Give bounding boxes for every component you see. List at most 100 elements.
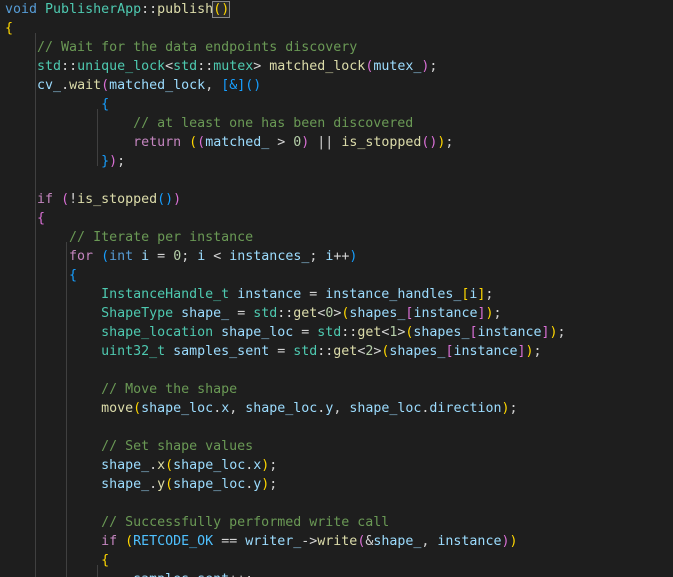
code-token: mutex	[213, 59, 254, 74]
code-line[interactable]: shape_.y(shape_loc.y);	[5, 475, 277, 494]
code-line[interactable]: {	[5, 209, 45, 228]
code-token: ;	[445, 135, 454, 150]
code-token: publish	[157, 2, 214, 17]
code-token: get	[357, 325, 382, 340]
code-line[interactable]: {	[5, 19, 13, 38]
code-token: // Iterate per instance	[69, 230, 254, 245]
code-token: {	[101, 553, 110, 568]
code-token: >	[269, 135, 294, 150]
code-token: )	[549, 325, 558, 340]
code-line[interactable]: {	[5, 266, 77, 285]
code-line[interactable]: });	[5, 152, 125, 171]
code-line[interactable]: for (int i = 0; i < instances_; i++)	[5, 247, 357, 266]
code-token: )	[109, 154, 118, 169]
code-token: ;	[181, 249, 198, 264]
code-token: (	[189, 135, 198, 150]
code-line[interactable]: {	[5, 95, 109, 114]
code-token: // Wait for the data endpoints discovery	[37, 40, 358, 55]
code-token: void	[5, 2, 38, 17]
code-token: y	[157, 477, 166, 492]
code-token: (	[165, 477, 174, 492]
code-token: i	[141, 249, 150, 264]
code-line[interactable]: move(shape_loc.x, shape_loc.y, shape_loc…	[5, 399, 517, 418]
code-line[interactable]: void PublisherApp::publish()	[5, 0, 231, 19]
code-token: shape_location	[101, 325, 214, 340]
code-token: ,	[421, 534, 438, 549]
code-token: )	[349, 249, 358, 264]
code-line[interactable]: shape_location shape_loc = std::get<1>(s…	[5, 323, 566, 342]
code-line[interactable]: // Set shape values	[5, 437, 253, 456]
code-line[interactable]: {	[5, 551, 109, 570]
code-token: .	[213, 401, 222, 416]
code-token: move	[101, 401, 134, 416]
code-token: (	[101, 249, 110, 264]
code-line[interactable]: std::unique_lock<std::mutex> matched_loc…	[5, 57, 437, 76]
code-token: instance_handles_	[325, 287, 462, 302]
code-token: instances_	[229, 249, 310, 264]
code-token: )	[173, 192, 182, 207]
code-token: <	[205, 249, 230, 264]
code-line[interactable]: // Successfully performed write call	[5, 513, 389, 532]
code-token: int	[109, 249, 134, 264]
code-token: ]	[477, 306, 486, 321]
code-token: ]	[541, 325, 550, 340]
code-token: is_stopped	[341, 135, 422, 150]
code-token: (	[133, 401, 142, 416]
code-token: ,	[229, 401, 246, 416]
code-token: writer_	[245, 534, 302, 549]
code-token: .	[149, 458, 158, 473]
code-line[interactable]: samples_sent++;	[5, 570, 253, 577]
code-editor[interactable]: void PublisherApp::publish(){ // Wait fo…	[0, 0, 673, 577]
code-token: shapes_	[413, 325, 470, 340]
code-token: uint32_t	[101, 344, 166, 359]
code-token: get	[293, 306, 318, 321]
code-token: shape_	[181, 306, 230, 321]
code-token: shapes_	[389, 344, 446, 359]
code-line[interactable]: // Iterate per instance	[5, 228, 253, 247]
code-token: shape_	[101, 477, 150, 492]
code-line[interactable]: ShapeType shape_ = std::get<0>(shapes_[i…	[5, 304, 501, 323]
code-line[interactable]: if (RETCODE_OK == writer_->write(&shape_…	[5, 532, 517, 551]
code-line[interactable]: cv_.wait(matched_lock, [&]()	[5, 76, 261, 95]
code-line[interactable]: // at least one has been discovered	[5, 114, 413, 133]
code-line[interactable]: InstanceHandle_t instance = instance_han…	[5, 285, 493, 304]
code-token: ::	[341, 325, 358, 340]
code-token: ()	[157, 192, 174, 207]
code-token: shape_loc	[173, 477, 246, 492]
code-token: !	[69, 192, 78, 207]
code-token: ;	[557, 325, 566, 340]
code-token: (	[101, 78, 110, 93]
code-token: )	[485, 306, 494, 321]
code-token: ++;	[229, 572, 253, 577]
code-line[interactable]: // Wait for the data endpoints discovery	[5, 38, 357, 57]
code-token: {	[37, 211, 46, 226]
code-token: shapes_	[349, 306, 406, 321]
code-token: =	[293, 325, 318, 340]
code-token: ;	[485, 287, 494, 302]
code-token: ;	[309, 249, 326, 264]
code-token: instance	[413, 306, 478, 321]
code-token: RETCODE_OK	[133, 534, 214, 549]
code-line[interactable]: return ((matched_ > 0) || is_stopped());	[5, 133, 453, 152]
code-token: shape_loc	[349, 401, 422, 416]
code-line[interactable]: shape_.x(shape_loc.x);	[5, 456, 277, 475]
code-line[interactable]: // Move the shape	[5, 380, 237, 399]
code-token: ShapeType	[101, 306, 174, 321]
code-line[interactable]: uint32_t samples_sent = std::get<2>(shap…	[5, 342, 541, 361]
code-line[interactable]: if (!is_stopped())	[5, 190, 181, 209]
